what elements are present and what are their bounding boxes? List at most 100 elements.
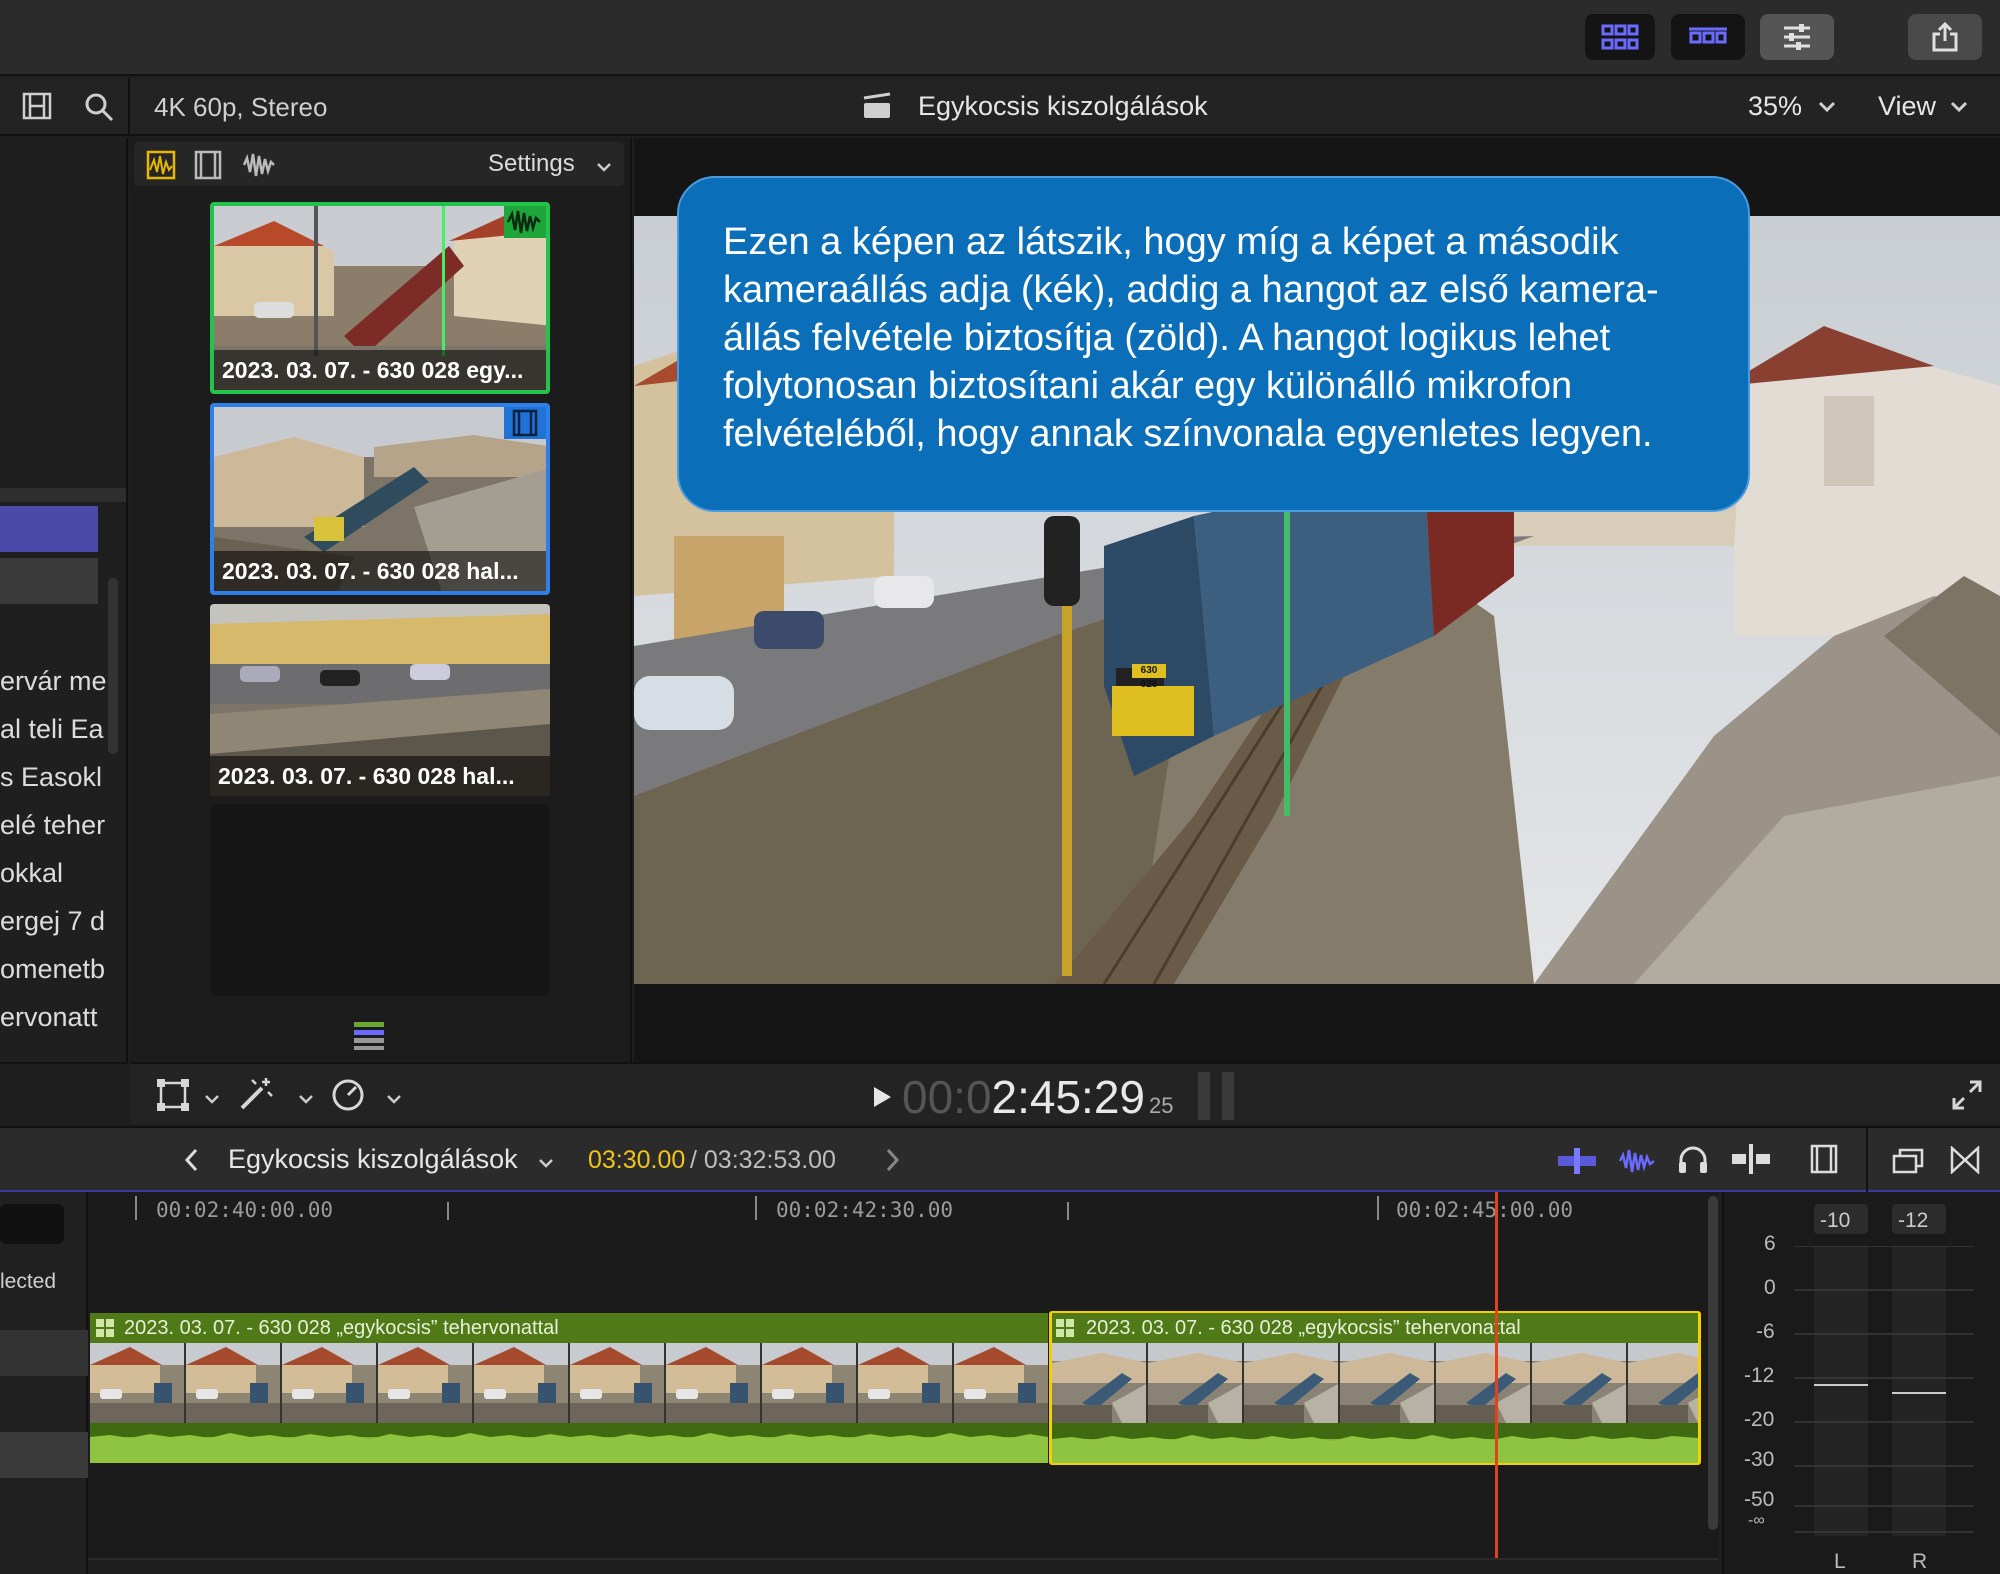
meter-scale-label: -∞ — [1748, 1512, 1765, 1529]
meter-scale-label: 0 — [1764, 1276, 1776, 1299]
chevron-down-icon[interactable] — [538, 1156, 554, 1174]
top-toolbar — [0, 0, 2000, 76]
meter-scale-label: -6 — [1756, 1320, 1775, 1343]
snapping-icon[interactable] — [1732, 1144, 1770, 1179]
timecode-frames: 25 — [1149, 1093, 1174, 1118]
video-only-filter-icon[interactable] — [194, 150, 222, 185]
meter-scale-label: 6 — [1764, 1232, 1776, 1255]
browser-empty-slot — [210, 804, 550, 996]
timeline-index: lected — [0, 1192, 88, 1574]
sidebar-item[interactable]: elé teher — [0, 810, 105, 841]
browser-clip-3[interactable]: 2023. 03. 07. - 630 028 hal... — [210, 604, 550, 796]
chevron-down-icon[interactable] — [298, 1092, 314, 1110]
clip-appearance-icon[interactable] — [354, 1020, 384, 1055]
playhead[interactable] — [1495, 1192, 1498, 1558]
audio-skimming-icon[interactable] — [1618, 1146, 1656, 1181]
timeline-clip-2-title[interactable]: 2023. 03. 07. - 630 028 „egykocsis” tehe… — [1052, 1313, 1698, 1343]
ruler-label: 00:02:45:00.00 — [1396, 1198, 1574, 1222]
zoom-dropdown[interactable]: 35% — [1748, 91, 1802, 122]
grid-view-button[interactable] — [1585, 14, 1655, 60]
browser-filter-bar: Settings — [134, 142, 624, 186]
ruler-label: 00:02:40:00.00 — [156, 1198, 334, 1222]
transitions-browser-icon[interactable] — [1950, 1145, 1980, 1179]
timeline-clip-2-filmstrip[interactable] — [1052, 1343, 1698, 1423]
timeline-duration: / 03:32:53.00 — [690, 1146, 836, 1174]
back-chevron-icon[interactable] — [184, 1148, 198, 1177]
meter-scale-ticks — [1794, 1246, 1974, 1533]
timeline-clip-1-audio[interactable] — [90, 1423, 1048, 1463]
viewer-project-title: Egykocsis kiszolgálások — [918, 91, 1208, 121]
timeline-clip-1-filmstrip[interactable] — [90, 1343, 1048, 1423]
browser-clip-2[interactable]: 2023. 03. 07. - 630 028 hal... — [210, 403, 550, 595]
transform-icon[interactable] — [156, 1078, 190, 1117]
chevron-down-icon — [1950, 100, 1968, 118]
browser-clip-1[interactable]: 2023. 03. 07. - 630 028 egy... — [210, 202, 550, 394]
video-badge-icon — [504, 407, 546, 439]
retime-speedometer-icon[interactable] — [330, 1077, 366, 1118]
filmstrip-toggle-icon[interactable] — [22, 92, 52, 125]
timeline-index-row[interactable] — [0, 1432, 88, 1478]
forward-chevron-icon[interactable] — [886, 1148, 900, 1177]
audio-video-filter-icon[interactable] — [146, 150, 176, 185]
timeline-vertical-scrollbar[interactable] — [1708, 1196, 1718, 1530]
sidebar-item[interactable]: ervár me — [0, 666, 107, 697]
chevron-down-icon[interactable] — [386, 1092, 402, 1110]
headphones-solo-icon[interactable] — [1678, 1144, 1708, 1179]
sidebar-scrollbar[interactable] — [108, 578, 118, 754]
sidebar-item[interactable]: ergej 7 d — [0, 906, 105, 937]
audio-waveform-badge-icon — [504, 206, 546, 238]
share-icon — [1932, 22, 1958, 52]
clip-appearance-filmstrip-icon[interactable] — [1810, 1144, 1838, 1179]
timecode-dim: 00:0 — [902, 1071, 992, 1123]
meter-channel-l: L — [1834, 1550, 1846, 1573]
meter-channel-r: R — [1912, 1550, 1928, 1573]
skimming-icon[interactable] — [1558, 1148, 1596, 1179]
effects-browser-icon[interactable] — [1892, 1146, 1924, 1179]
search-icon[interactable] — [84, 92, 114, 127]
filmstrip-view-button[interactable] — [1671, 14, 1745, 60]
chevron-down-icon — [596, 160, 612, 178]
audio-only-filter-icon[interactable] — [242, 150, 276, 185]
magic-wand-icon[interactable] — [238, 1076, 274, 1117]
timeline-index-row[interactable] — [0, 1330, 88, 1376]
audio-meter-mini-r — [1222, 1072, 1234, 1120]
sidebar-item[interactable]: okkal — [0, 858, 63, 889]
view-dropdown[interactable]: View — [1878, 91, 1936, 122]
transport-left-blank — [0, 1062, 128, 1124]
timeline-clip-1-title[interactable]: 2023. 03. 07. - 630 028 „egykocsis” tehe… — [90, 1313, 1048, 1343]
timecode-main: 2:45:29 — [991, 1071, 1146, 1123]
multicam-clip-icon — [96, 1319, 114, 1342]
meter-scale-label: -20 — [1744, 1408, 1775, 1431]
timeline-index-search[interactable] — [0, 1204, 64, 1244]
audio-meters: -10 -12 6 0 -6 -12 -20 -30 -50 -∞ L R — [1722, 1192, 2000, 1574]
browser-settings-dropdown[interactable]: Settings — [488, 150, 575, 178]
timeline-project-title[interactable]: Egykocsis kiszolgálások — [228, 1144, 518, 1175]
filmstrip-view-icon — [1689, 27, 1727, 44]
playhead-timecode: 00:02:45:29 25 — [902, 1070, 1174, 1124]
sidebar-item-secondary[interactable] — [0, 558, 98, 604]
inspector-button[interactable] — [1760, 14, 1834, 60]
sidebar-item[interactable]: omenetb — [0, 954, 105, 985]
timeline-horizontal-scrollbar[interactable] — [88, 1558, 1718, 1574]
meter-scale-label: -30 — [1744, 1448, 1775, 1471]
loco-number-plate: 630 028 — [1132, 664, 1166, 690]
libraries-sidebar: ervár me al teli Ea s Easokl elé teher o… — [0, 138, 128, 1062]
browser-clip-name: 2023. 03. 07. - 630 028 egy... — [214, 350, 546, 390]
chevron-down-icon[interactable] — [204, 1092, 220, 1110]
fullscreen-icon[interactable] — [1952, 1080, 1982, 1115]
ruler-label: 00:02:42:30.00 — [776, 1198, 954, 1222]
inspector-icon — [1784, 24, 1810, 50]
peak-value-r: -12 — [1898, 1209, 1929, 1232]
divider — [1866, 1128, 1868, 1194]
chevron-down-icon — [1818, 100, 1836, 118]
sidebar-item[interactable]: ervonatt — [0, 1002, 98, 1033]
share-button[interactable] — [1908, 14, 1982, 60]
play-icon[interactable] — [872, 1086, 892, 1113]
timeline-clip-2-audio[interactable] — [1052, 1423, 1698, 1463]
sidebar-item[interactable]: s Easokl — [0, 762, 102, 793]
project-format: 4K 60p, Stereo — [154, 92, 328, 122]
sidebar-item[interactable]: al teli Ea — [0, 714, 104, 745]
sidebar-item-selected[interactable] — [0, 506, 98, 552]
transport-bar: 00:02:45:29 25 — [130, 1062, 2000, 1124]
peak-value-l: -10 — [1820, 1209, 1851, 1232]
